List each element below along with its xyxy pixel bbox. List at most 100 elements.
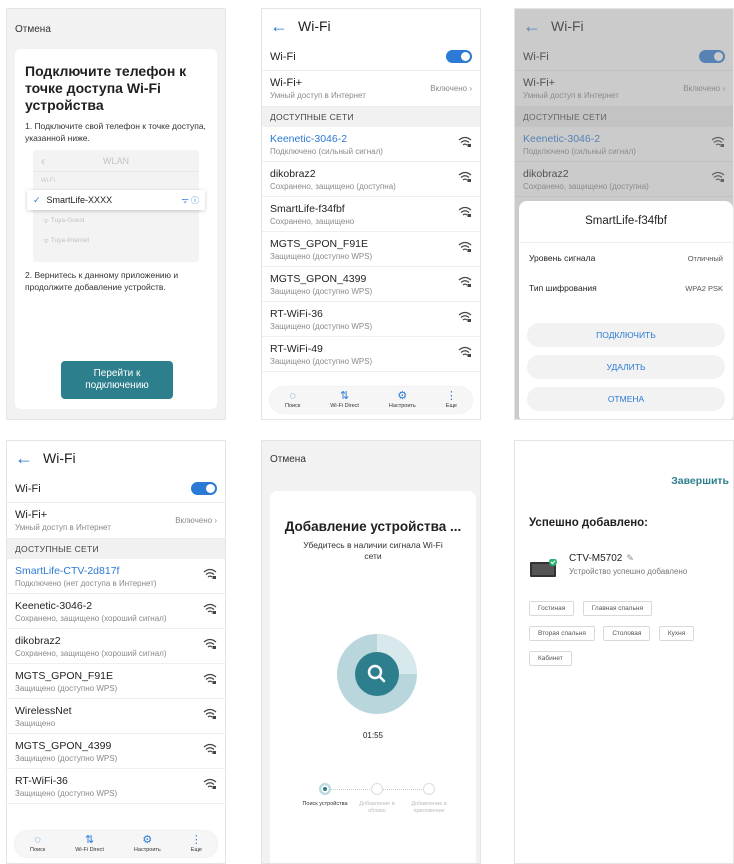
step-cloud: Добавление в облако	[352, 783, 402, 815]
page-title: Успешно добавлено:	[529, 517, 649, 529]
wifi-icon: ᯤ	[43, 237, 51, 245]
network-name: SmartLife-CTV-2d817f	[15, 564, 120, 577]
wifi-direct-icon: ⇅	[339, 390, 350, 402]
network-status: Сохранено, защищено (хороший сигнал)	[15, 648, 167, 658]
network-name: MGTS_GPON_4399	[270, 272, 367, 285]
network-status: Защищено (доступно WPS)	[270, 286, 373, 296]
wifi-toggle[interactable]	[699, 50, 725, 63]
other-network: ᯤ Tuya-Guest	[43, 216, 85, 225]
cancel-link[interactable]: Отмена	[270, 454, 306, 465]
wifiplus-item[interactable]: Wi-Fi+ Умный доступ в Интернет Включено ›	[515, 71, 733, 107]
configure-button[interactable]: ⚙ Настроить	[134, 834, 161, 854]
finish-button[interactable]: Завершить	[671, 475, 729, 487]
countdown-timer: 01:55	[362, 731, 384, 740]
back-arrow-icon[interactable]: ←	[15, 449, 33, 467]
room-chip[interactable]: Столовая	[603, 626, 651, 641]
back-arrow-icon[interactable]: ←	[270, 17, 288, 35]
network-status: Защищено (доступно WPS)	[15, 753, 118, 763]
wifi-signal-icon	[711, 135, 725, 153]
chevron-left-icon: ‹	[41, 153, 45, 168]
check-icon: ✓	[33, 194, 41, 205]
network-status: Сохранено, защищено	[270, 216, 355, 226]
cancel-link[interactable]: Отмена	[15, 24, 51, 35]
room-chip[interactable]: Вторая спальня	[529, 626, 595, 641]
wifi-signal-icon	[203, 637, 217, 655]
search-button[interactable]: ◌ Поиск	[285, 391, 300, 410]
wifi-signal-icon	[458, 170, 472, 188]
network-item[interactable]: SmartLife-f34fbf Сохранено, защищено	[262, 197, 480, 232]
network-item[interactable]: MGTS_GPON_F91E Защищено (доступно WPS)	[262, 232, 480, 267]
more-button[interactable]: ⋮ Еще	[446, 391, 457, 410]
wifiplus-item[interactable]: Wi-Fi+ Умный доступ в Интернет Включено ›	[7, 503, 225, 539]
room-chip[interactable]: Кухня	[658, 626, 695, 641]
other-network: ᯤ Tuya-Internet	[43, 236, 90, 245]
network-item[interactable]: MGTS_GPON_4399 Защищено (доступно WPS)	[7, 734, 225, 769]
network-item[interactable]: MGTS_GPON_4399 Защищено (доступно WPS)	[262, 267, 480, 302]
room-chips: Гостиная Главная спальня Вторая спальня …	[529, 597, 699, 672]
network-item[interactable]: RT-WiFi-49 Защищено (доступно WPS)	[262, 337, 480, 372]
network-item[interactable]: MGTS_GPON_F91E Защищено (доступно WPS)	[7, 664, 225, 699]
device-name: CTV-M5702	[569, 553, 623, 564]
page-title: Wi-Fi	[551, 18, 584, 34]
network-name: dikobraz2	[270, 167, 316, 180]
room-chip[interactable]: Гостиная	[529, 601, 575, 616]
device-added-screen: Завершить Успешно добавлено: CTV-M5702 ✎ …	[514, 440, 734, 864]
device-status: Устройство успешно добавлено	[569, 567, 688, 576]
instruction-step-1: 1. Подключите свой телефон к точке досту…	[25, 121, 206, 143]
network-name: dikobraz2	[523, 167, 569, 180]
back-arrow-icon[interactable]: ←	[523, 17, 541, 35]
network-item[interactable]: dikobraz2 Сохранено, защищено (доступна)	[262, 162, 480, 197]
network-item[interactable]: dikobraz2 Сохранено, защищено (доступна)	[515, 162, 733, 197]
wifi-label: Wi-Fi	[270, 50, 296, 63]
network-item[interactable]: WirelessNet Защищено	[7, 699, 225, 734]
more-button[interactable]: ⋮ Еще	[191, 835, 202, 854]
network-dialog: SmartLife-f34fbf Уровень сигнала Отличный…	[519, 201, 733, 419]
edit-icon[interactable]: ✎	[626, 553, 634, 563]
network-name: RT-WiFi-36	[270, 307, 323, 320]
wifi-signal-icon	[203, 777, 217, 795]
network-status: Защищено (доступно WPS)	[15, 788, 118, 798]
bottom-toolbar: ◌ Поиск ⇅ Wi-Fi Direct ⚙ Настроить ⋮ Еще	[15, 831, 217, 857]
selected-network-name: SmartLife-XXXX	[46, 195, 113, 206]
gear-icon: ⚙	[142, 834, 153, 846]
selected-network: ✓ SmartLife-XXXX ᯤ ⓘ	[27, 190, 205, 211]
wifi-toggle[interactable]	[446, 50, 472, 63]
wifi-toggle[interactable]	[191, 482, 217, 495]
page-title: Wi-Fi	[298, 18, 331, 34]
wifi-signal-icon	[458, 240, 472, 258]
delete-button[interactable]: УДАЛИТЬ	[527, 355, 725, 379]
tv-device-icon	[530, 559, 557, 577]
cancel-button[interactable]: ОТМЕНА	[527, 387, 725, 411]
network-item[interactable]: Keenetic-3046-2 Подключено (сильный сигна…	[262, 127, 480, 162]
network-item[interactable]: RT-WiFi-36 Защищено (доступно WPS)	[262, 302, 480, 337]
network-name: WirelessNet	[15, 704, 72, 717]
wifiplus-item[interactable]: Wi-Fi+ Умный доступ в Интернет Включено ›	[262, 71, 480, 107]
network-name: MGTS_GPON_F91E	[270, 237, 369, 250]
gear-icon: ⚙	[397, 390, 408, 402]
network-item[interactable]: Keenetic-3046-2 Сохранено, защищено (хоро…	[7, 594, 225, 629]
faded-network: Wi-Fi	[41, 178, 55, 185]
network-status: Защищено	[15, 718, 56, 728]
connect-button[interactable]: ПОДКЛЮЧИТЬ	[527, 323, 725, 347]
go-to-connection-button[interactable]: Перейти к подключению	[61, 361, 173, 399]
wifi-direct-button[interactable]: ⇅ Wi-Fi Direct	[75, 835, 104, 854]
network-name: RT-WiFi-36	[15, 774, 68, 787]
wifi-icon: ᯤ	[43, 217, 51, 225]
network-status: Сохранено, защищено (доступна)	[523, 181, 649, 191]
dialog-title: SmartLife-f34fbf	[519, 201, 733, 243]
wifi-direct-button[interactable]: ⇅ Wi-Fi Direct	[330, 390, 359, 410]
network-item[interactable]: SmartLife-CTV-2d817f Подключено (нет дост…	[7, 559, 225, 594]
search-button[interactable]: ◌ Поиск	[30, 835, 45, 854]
network-item[interactable]: dikobraz2 Сохранено, защищено (хороший си…	[7, 629, 225, 664]
room-chip[interactable]: Кабинет	[529, 651, 572, 666]
wifi-settings-screen: ← Wi-Fi Wi-Fi Wi-Fi+ Умный доступ в Интерн…	[261, 8, 481, 420]
network-item[interactable]: RT-WiFi-36 Защищено (доступно WPS)	[7, 769, 225, 804]
wifi-signal-icon	[458, 135, 472, 153]
subtitle: Убедитесь в наличии сигнала Wi-Fi сети	[303, 540, 443, 562]
network-name: MGTS_GPON_F91E	[15, 669, 114, 682]
network-item[interactable]: Keenetic-3046-2 Подключено (сильный сигна…	[515, 127, 733, 162]
room-chip[interactable]: Главная спальня	[582, 601, 652, 616]
configure-button[interactable]: ⚙ Настроить	[389, 390, 416, 410]
network-name: RT-WiFi-49	[270, 342, 323, 355]
wifi-signal-icon	[458, 275, 472, 293]
